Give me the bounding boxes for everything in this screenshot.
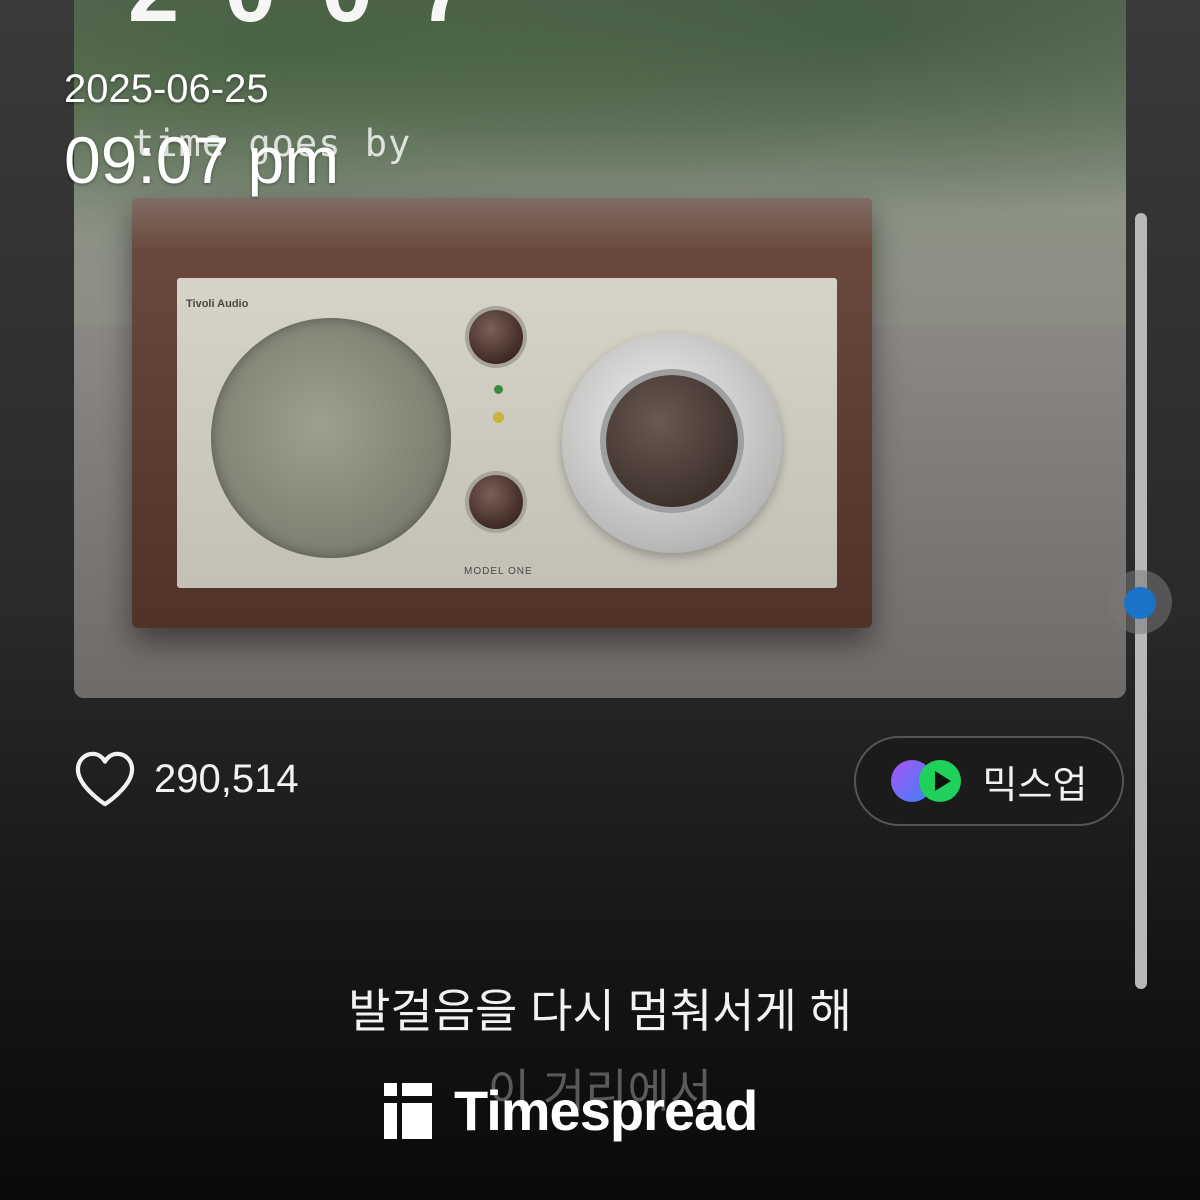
watermark-text: Timespread: [454, 1079, 758, 1142]
mixup-label: 믹스업: [982, 764, 1088, 807]
radio-led-green: [494, 385, 503, 394]
radio-brand: Tivoli Audio: [186, 298, 249, 310]
radio-band-knob: [469, 475, 523, 529]
mixup-icon: [890, 758, 965, 804]
radio-volume-knob: [469, 310, 523, 364]
date-label: 2025-06-25: [64, 67, 269, 111]
radio-speaker: [211, 318, 451, 558]
timespread-watermark: Timespread: [384, 1078, 758, 1143]
radio-led-yellow: [493, 412, 504, 423]
tagline: time goes by: [132, 122, 412, 165]
scrollbar-thumb[interactable]: [1124, 587, 1156, 619]
heart-icon: [75, 751, 135, 807]
like-button[interactable]: 290,514: [74, 750, 299, 808]
radio-model: MODEL ONE: [464, 566, 533, 577]
radio-tuning-knob: [606, 375, 738, 507]
radio-top: [132, 198, 872, 248]
timespread-logo-icon: [384, 1082, 432, 1139]
clipped-year-title: 2 0 0 7: [128, 0, 479, 43]
lyric-current-line: 발걸음을 다시 멈춰서게 해: [348, 985, 852, 1037]
mixup-button[interactable]: 믹스업: [854, 736, 1124, 826]
like-count: 290,514: [154, 756, 299, 801]
